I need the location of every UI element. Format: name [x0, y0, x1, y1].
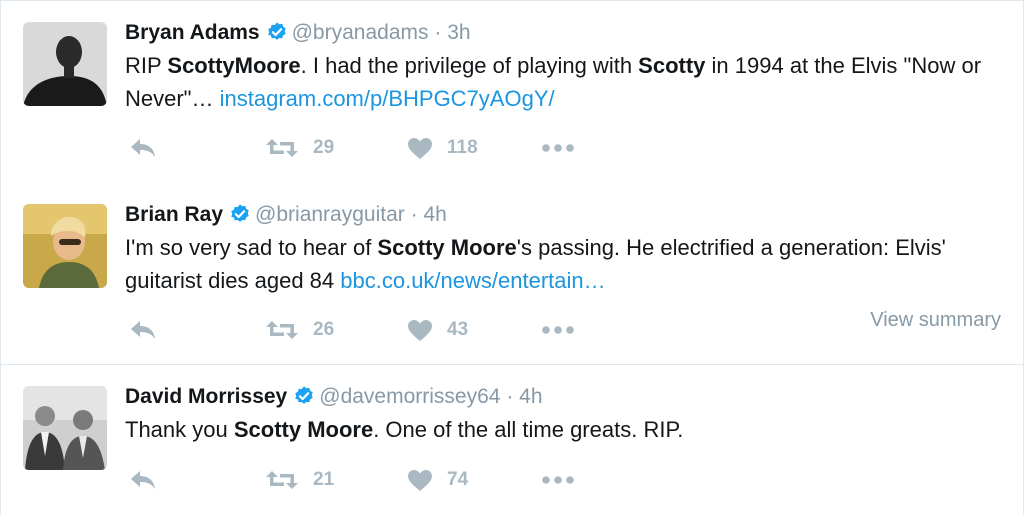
heart-icon — [408, 137, 432, 159]
verified-badge-icon — [295, 386, 313, 404]
tweet-header: Bryan Adams @bryanadams · 3h — [125, 19, 1005, 47]
tweet-item[interactable]: David Morrissey @davemorrissey64 · 4h Tha… — [1, 365, 1023, 515]
separator-dot: · — [434, 21, 442, 44]
tweet-text: RIP ScottyMoore. I had the privilege of … — [125, 49, 1005, 115]
reply-button[interactable] — [129, 133, 157, 163]
tweet-header: Brian Ray @brianrayguitar · 4h — [125, 201, 1005, 229]
like-count: 74 — [447, 469, 469, 490]
retweet-count: 21 — [313, 469, 335, 490]
like-count: 43 — [447, 319, 469, 340]
separator-dot: · — [410, 203, 418, 226]
heart-icon — [408, 469, 432, 491]
author-name[interactable]: Bryan Adams — [125, 21, 260, 44]
retweet-icon — [266, 321, 298, 339]
verified-badge-icon — [231, 204, 249, 222]
avatar[interactable] — [23, 204, 107, 288]
avatar[interactable] — [23, 386, 107, 470]
verified-badge-icon — [267, 22, 286, 40]
highlighted-term: Scotty — [638, 53, 706, 78]
retweet-count: 29 — [313, 137, 335, 158]
like-button[interactable]: 43 — [407, 315, 468, 345]
more-button[interactable] — [541, 133, 575, 163]
tweet-text-segment: I'm so very sad to hear of — [125, 235, 378, 260]
tweet-timestamp[interactable]: 3h — [447, 21, 470, 44]
tweet-item[interactable]: Brian Ray @brianrayguitar · 4h I'm so ver… — [1, 183, 1023, 365]
tweet-text-segment: . One of the all time greats. RIP. — [373, 417, 684, 442]
separator-dot: · — [506, 385, 514, 408]
tweet-header: David Morrissey @davemorrissey64 · 4h — [125, 383, 1005, 411]
tweet-actions: 29 118 — [125, 133, 1005, 163]
retweet-button[interactable]: 21 — [265, 465, 334, 495]
more-dots-icon — [542, 144, 574, 152]
more-dots-icon — [542, 326, 574, 334]
author-handle[interactable]: @davemorrissey64 — [319, 385, 500, 408]
tweet-actions: 26 43 View summary — [125, 309, 1005, 345]
like-button[interactable]: 74 — [407, 465, 468, 495]
more-button[interactable] — [541, 315, 575, 345]
retweet-button[interactable]: 26 — [265, 315, 334, 345]
tweet-link[interactable]: instagram.com/p/BHPGC7yAOgY/ — [220, 86, 555, 111]
tweet-timestamp[interactable]: 4h — [519, 385, 542, 408]
highlighted-term: ScottyMoore — [167, 53, 301, 78]
like-button[interactable]: 118 — [407, 133, 478, 163]
tweet-link[interactable]: bbc.co.uk/news/entertain… — [340, 268, 605, 293]
retweet-count: 26 — [313, 319, 335, 340]
tweet-actions: 21 74 — [125, 465, 1005, 495]
retweet-icon — [266, 471, 298, 489]
tweet-feed: Bryan Adams @bryanadams · 3h RIP ScottyMo… — [0, 0, 1024, 515]
tweet-text: Thank you Scotty Moore. One of the all t… — [125, 413, 1005, 446]
author-name[interactable]: David Morrissey — [125, 385, 287, 408]
reply-icon — [131, 471, 155, 489]
author-name[interactable]: Brian Ray — [125, 203, 223, 226]
retweet-button[interactable]: 29 — [265, 133, 334, 163]
reply-icon — [131, 139, 155, 157]
author-handle[interactable]: @brianrayguitar — [255, 203, 405, 226]
reply-icon — [131, 321, 155, 339]
reply-button[interactable] — [129, 465, 157, 495]
author-handle[interactable]: @bryanadams — [292, 21, 429, 44]
heart-icon — [408, 319, 432, 341]
avatar[interactable] — [23, 22, 107, 106]
tweet-text-segment: Thank you — [125, 417, 234, 442]
view-summary-link[interactable]: View summary — [870, 309, 1001, 332]
tweet-text-segment: . I had the privilege of playing with — [300, 53, 639, 78]
retweet-icon — [266, 139, 298, 157]
highlighted-term: Scotty Moore — [233, 417, 374, 442]
like-count: 118 — [447, 137, 478, 158]
tweet-timestamp[interactable]: 4h — [423, 203, 446, 226]
reply-button[interactable] — [129, 315, 157, 345]
tweet-text: I'm so very sad to hear of Scotty Moore'… — [125, 231, 1005, 297]
tweet-text-segment: RIP — [125, 53, 168, 78]
more-button[interactable] — [541, 465, 575, 495]
tweet-item[interactable]: Bryan Adams @bryanadams · 3h RIP ScottyMo… — [1, 0, 1023, 184]
highlighted-term: Scotty Moore — [377, 235, 517, 260]
more-dots-icon — [542, 476, 574, 484]
